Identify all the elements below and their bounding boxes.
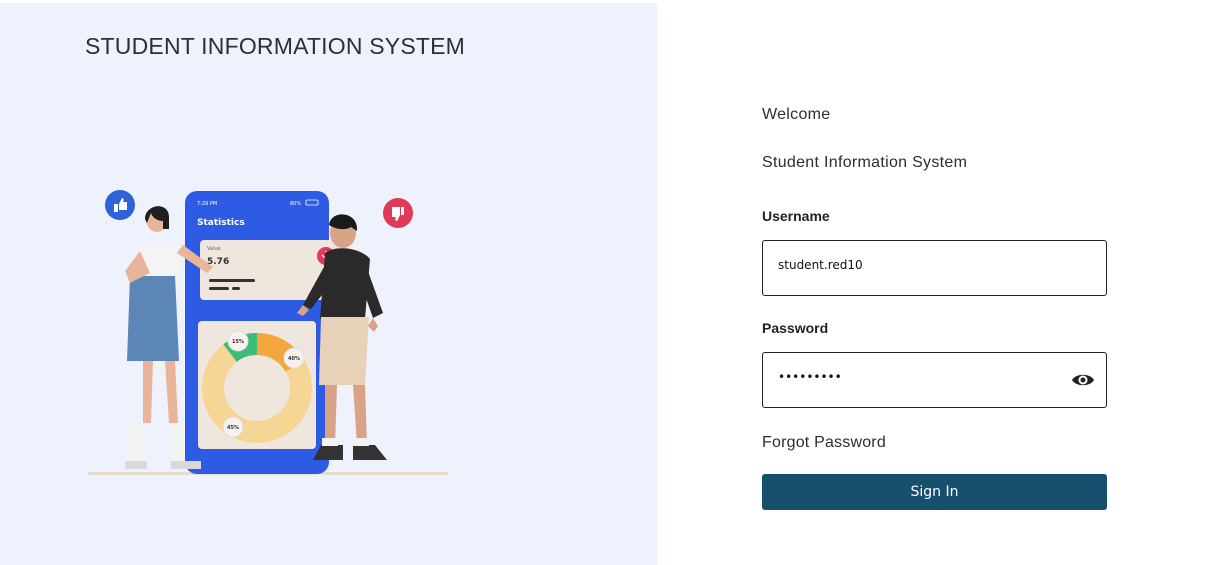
username-label: Username: [762, 208, 830, 224]
username-input[interactable]: student.red10: [762, 240, 1107, 296]
donut-label-3: 45%: [227, 425, 239, 431]
donut-label-2: 40%: [288, 356, 300, 362]
phone-battery: 80%: [290, 201, 301, 207]
hero-panel: STUDENT INFORMATION SYSTEM 7:29 PM 80% S…: [0, 3, 657, 565]
login-panel: Welcome Student Information System Usern…: [657, 0, 1213, 565]
donut-label-1: 15%: [232, 339, 244, 345]
welcome-text: Welcome: [762, 106, 831, 123]
system-subtitle: Student Information System: [762, 154, 968, 171]
statistics-illustration: 7:29 PM 80% Statistics Value 5.76 15% 40…: [88, 190, 448, 475]
eye-icon[interactable]: [1071, 371, 1095, 389]
forgot-password-link[interactable]: Forgot Password: [762, 434, 886, 452]
card-label: Value: [207, 246, 221, 252]
username-value: student.red10: [778, 258, 863, 272]
password-input[interactable]: •••••••••: [762, 352, 1107, 408]
phone-time: 7:29 PM: [197, 201, 217, 207]
app-title: STUDENT INFORMATION SYSTEM: [85, 33, 466, 59]
password-label: Password: [762, 320, 829, 336]
phone-heading: Statistics: [197, 218, 245, 228]
password-value: •••••••••: [778, 370, 842, 384]
sign-in-button[interactable]: Sign In: [762, 474, 1107, 510]
